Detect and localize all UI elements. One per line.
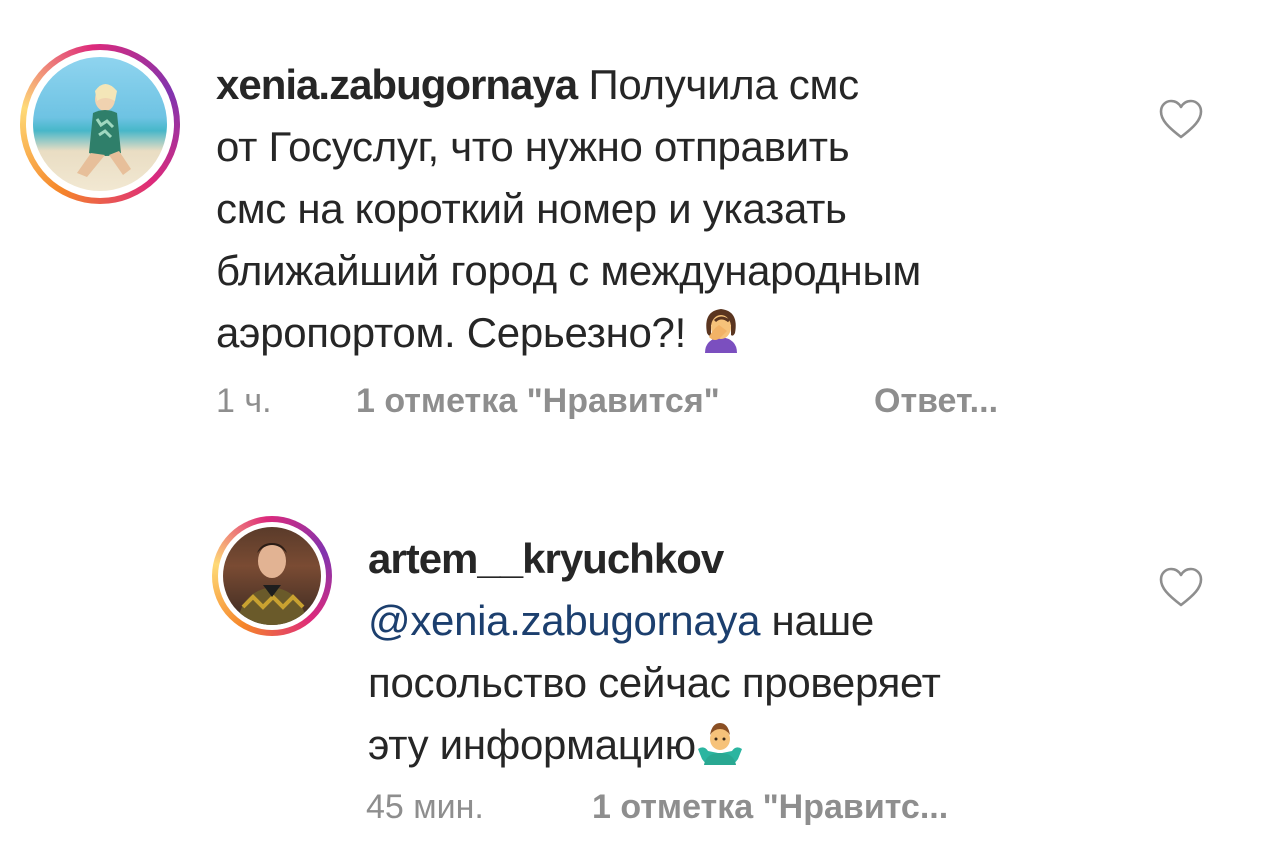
comment-time: 1 ч. xyxy=(216,382,272,420)
comment-text-line: от Госуслуг, что нужно отправить xyxy=(216,123,850,170)
comment-text-line: аэропортом. Серьезно?! xyxy=(216,309,686,356)
comment-text-line: эту информацию xyxy=(368,721,696,768)
avatar[interactable] xyxy=(33,57,167,191)
comment-text-line: Получила смс xyxy=(588,61,860,108)
avatar-photo-icon xyxy=(77,84,131,177)
avatar-photo-icon xyxy=(237,543,307,625)
mention-link[interactable]: @xenia.zabugornaya xyxy=(368,597,760,644)
comment-text-line: смс на короткий номер и указать xyxy=(216,185,847,232)
likes-count-link[interactable]: 1 отметка "Нравитс... xyxy=(592,788,948,827)
comment-text-line: ближайший город с международным xyxy=(216,247,921,294)
like-heart-icon[interactable] xyxy=(1158,98,1204,140)
comment-username[interactable]: xenia.zabugornaya xyxy=(216,61,578,108)
man-shrugging-icon xyxy=(697,723,742,765)
comment-body: xenia.zabugornaya Получила смс от Госусл… xyxy=(216,54,1116,364)
comment-text-line: посольство сейчас проверяет xyxy=(368,659,941,706)
like-heart-icon[interactable] xyxy=(1158,566,1204,608)
likes-count-link[interactable]: 1 отметка "Нравится" xyxy=(356,382,720,421)
reply-link[interactable]: Ответ... xyxy=(874,382,998,421)
comment-username[interactable]: artem__kryuchkov xyxy=(368,535,724,582)
comment-body: artem__kryuchkov @xenia.zabugornaya наше… xyxy=(368,528,1128,776)
comment-text-line: наше xyxy=(771,597,875,644)
avatar[interactable] xyxy=(223,527,321,625)
comment-time: 45 мин. xyxy=(366,788,484,826)
woman-facepalming-icon xyxy=(705,309,738,353)
